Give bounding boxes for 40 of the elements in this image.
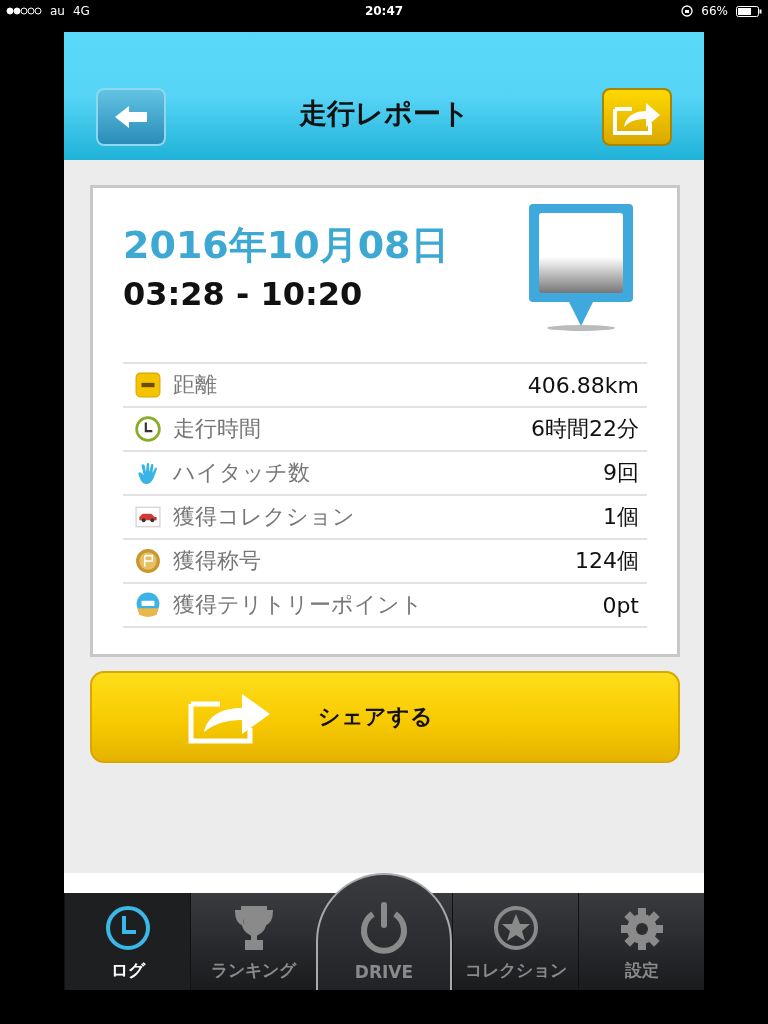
screen-title: 走行レポート bbox=[298, 96, 470, 132]
stat-value: 124個 bbox=[575, 547, 639, 575]
stat-label: ハイタッチ数 bbox=[173, 459, 311, 487]
medal-icon bbox=[135, 548, 161, 574]
report-date: 2016年10月08日 bbox=[123, 222, 449, 269]
stat-value: 0pt bbox=[602, 592, 639, 618]
battery-icon bbox=[736, 5, 762, 17]
stat-label: 獲得称号 bbox=[173, 547, 262, 575]
battery-percent: 66% bbox=[701, 4, 728, 18]
signal-icon bbox=[6, 7, 42, 15]
settings-icon bbox=[619, 907, 664, 951]
rotation-lock-icon bbox=[681, 5, 694, 17]
tab-item[interactable]: DRIVE bbox=[316, 873, 452, 990]
stat-value: 1個 bbox=[603, 503, 639, 531]
tab-item[interactable]: コレクション bbox=[452, 893, 578, 990]
share-button[interactable] bbox=[602, 88, 672, 146]
tab-item[interactable]: ログ bbox=[64, 893, 190, 990]
tab-item[interactable]: 設定 bbox=[578, 893, 704, 990]
power-icon bbox=[359, 900, 409, 954]
back-arrow-icon bbox=[113, 105, 149, 129]
clock-icon bbox=[135, 416, 161, 442]
share-action-button[interactable]: シェアする bbox=[90, 671, 680, 763]
status-time: 20:47 bbox=[364, 4, 404, 18]
back-button[interactable] bbox=[96, 88, 166, 146]
stat-label: 距離 bbox=[173, 371, 218, 399]
stat-label: 走行時間 bbox=[173, 415, 262, 443]
car-icon bbox=[135, 504, 161, 530]
stat-label: 獲得コレクション bbox=[173, 503, 356, 531]
time-range: 03:28 - 10:20 bbox=[123, 275, 364, 313]
map-pin-icon bbox=[527, 202, 635, 332]
carrier-name: au bbox=[50, 4, 65, 18]
trophy-icon bbox=[233, 905, 274, 951]
clock-icon bbox=[104, 905, 151, 951]
spot-badge-icon bbox=[135, 592, 161, 618]
stat-value: 406.88km bbox=[527, 372, 639, 398]
tab-item[interactable]: ランキング bbox=[190, 893, 316, 990]
stat-value: 6時間22分 bbox=[531, 415, 639, 443]
stat-label: 獲得テリトリーポイント bbox=[173, 591, 424, 619]
stat-value: 9回 bbox=[603, 459, 639, 487]
network-type: 4G bbox=[72, 4, 90, 18]
